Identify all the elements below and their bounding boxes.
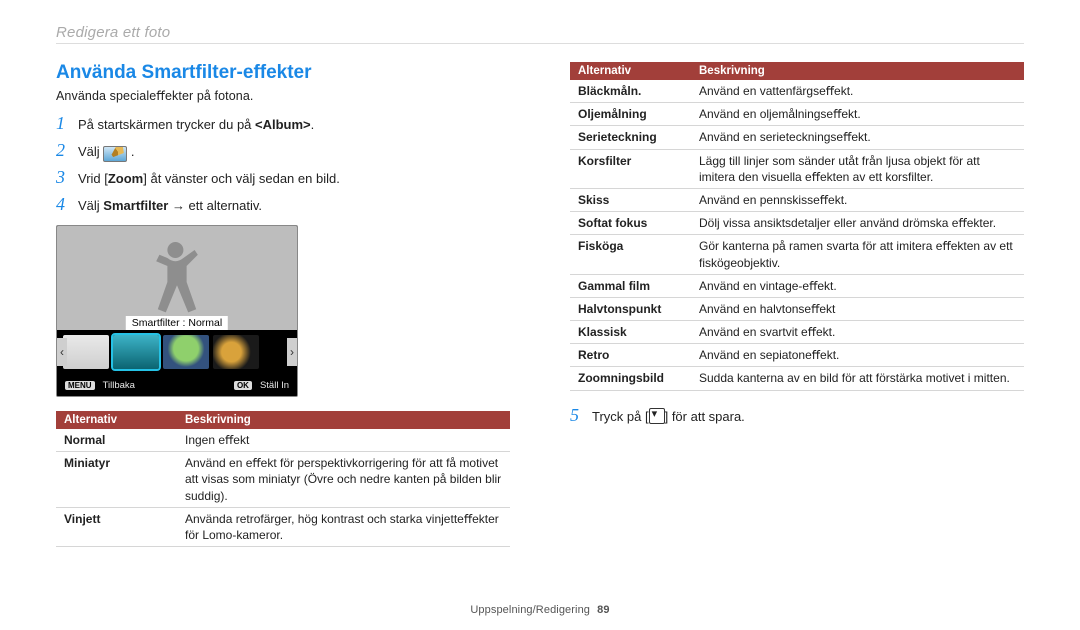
table-row: OljemålningAnvänd en oljemålningseﬀekt.: [570, 103, 1024, 126]
option-name: Zoomningsbild: [570, 367, 691, 390]
step-number: 1: [56, 113, 78, 134]
option-name: Fisköga: [570, 235, 691, 274]
thumbnail-selected[interactable]: [113, 335, 159, 369]
step-number: 2: [56, 140, 78, 161]
arrow-left-icon[interactable]: ‹: [57, 338, 67, 366]
option-desc: Dölj vissa ansiktsdetaljer eller använd …: [691, 212, 1024, 235]
option-name: Serieteckning: [570, 126, 691, 149]
col-alternativ: Alternativ: [570, 62, 691, 80]
option-desc: Använd en halvtonseﬀekt: [691, 297, 1024, 320]
option-desc: Lägg till linjer som sänder utåt från lj…: [691, 149, 1024, 188]
option-desc: Gör kanterna på ramen svarta för att imi…: [691, 235, 1024, 274]
step-1: På startskärmen trycker du på <Album>.: [78, 117, 314, 132]
option-name: Softat fokus: [570, 212, 691, 235]
col-beskrivning: Beskrivning: [177, 411, 510, 429]
thumbnail-strip: ‹ ›: [57, 330, 297, 374]
table-row: RetroAnvänd en sepiatoneﬀekt.: [570, 344, 1024, 367]
option-name: Bläckmåln.: [570, 80, 691, 103]
menu-key: MENU: [65, 381, 95, 390]
breadcrumb: Redigera ett foto: [56, 24, 1024, 44]
option-desc: Använd en vintage-eﬀekt.: [691, 274, 1024, 297]
option-name: Skiss: [570, 188, 691, 211]
device-preview: Smartﬁlter : Normal ‹ › MENU Tillbaka OK…: [56, 225, 298, 397]
table-row: SkissAnvänd en pennskisseﬀekt.: [570, 188, 1024, 211]
option-name: Oljemålning: [570, 103, 691, 126]
edit-icon: [103, 146, 127, 162]
option-desc: Använd en svartvit eﬀekt.: [691, 321, 1024, 344]
preview-photo: Smartﬁlter : Normal: [57, 226, 297, 330]
option-name: Halvtonspunkt: [570, 297, 691, 320]
right-column: Alternativ Beskrivning Bläckmåln.Använd …: [570, 62, 1024, 547]
option-desc: Använd en oljemålningseﬀekt.: [691, 103, 1024, 126]
option-desc: Ingen eﬀekt: [177, 429, 510, 452]
option-name: Retro: [570, 344, 691, 367]
option-desc: Använd en sepiatoneﬀekt.: [691, 344, 1024, 367]
option-desc: Använd en pennskisseﬀekt.: [691, 188, 1024, 211]
ok-label: Ställ In: [260, 380, 289, 391]
options-table-right: Alternativ Beskrivning Bläckmåln.Använd …: [570, 62, 1024, 391]
step-number: 4: [56, 194, 78, 215]
table-row: KorsfilterLägg till linjer som sänder ut…: [570, 149, 1024, 188]
option-desc: Använd en vattenfärgseﬀekt.: [691, 80, 1024, 103]
table-row: NormalIngen eﬀekt: [56, 429, 510, 452]
steps-list: 1 På startskärmen trycker du på <Album>.…: [56, 113, 510, 215]
thumbnail[interactable]: [63, 335, 109, 369]
option-name: Klassisk: [570, 321, 691, 344]
option-desc: Sudda kanterna av en bild för att förstä…: [691, 367, 1024, 390]
table-row: Bläckmåln.Använd en vattenfärgseﬀekt.: [570, 80, 1024, 103]
table-row: VinjettAnvända retrofärger, hög kontrast…: [56, 507, 510, 546]
table-row: ZoomningsbildSudda kanterna av en bild f…: [570, 367, 1024, 390]
col-alternativ: Alternativ: [56, 411, 177, 429]
step-number: 5: [570, 405, 592, 426]
footer-section: Uppspelning/Redigering: [470, 604, 590, 616]
menu-label: Tillbaka: [103, 380, 135, 391]
table-row: Gammal filmAnvänd en vintage-eﬀekt.: [570, 274, 1024, 297]
device-softkey-bar: MENU Tillbaka OK Ställ In: [57, 374, 297, 396]
page-footer: Uppspelning/Redigering 89: [0, 604, 1080, 616]
page-number: 89: [597, 604, 609, 616]
table-row: SerieteckningAnvänd en serieteckningseﬀe…: [570, 126, 1024, 149]
step-number: 3: [56, 167, 78, 188]
section-subtitle: Använda specialeﬀekter på fotona.: [56, 88, 510, 103]
arrow-right-icon[interactable]: ›: [287, 338, 297, 366]
option-name: Vinjett: [56, 507, 177, 546]
table-row: Softat fokusDölj vissa ansiktsdetaljer e…: [570, 212, 1024, 235]
thumbnail[interactable]: [213, 335, 259, 369]
option-desc: Använd en eﬀekt för perspektivkorrigerin…: [177, 452, 510, 508]
silhouette-icon: [137, 234, 217, 314]
step-5: Tryck på [] för att spara.: [592, 408, 745, 424]
option-name: Normal: [56, 429, 177, 452]
step-4: Välj Smartfilter → ett alternativ.: [78, 198, 262, 213]
step-3: Vrid [Zoom] åt vänster och välj sedan en…: [78, 171, 340, 186]
step-2: Välj .: [78, 144, 135, 161]
table-row: FiskögaGör kanterna på ramen svarta för …: [570, 235, 1024, 274]
option-desc: Använd en serieteckningseﬀekt.: [691, 126, 1024, 149]
table-row: KlassiskAnvänd en svartvit eﬀekt.: [570, 321, 1024, 344]
filter-label: Smartﬁlter : Normal: [126, 316, 228, 330]
thumbnail[interactable]: [163, 335, 209, 369]
option-desc: Använda retrofärger, hög kontrast och st…: [177, 507, 510, 546]
options-table-left: Alternativ Beskrivning NormalIngen eﬀekt…: [56, 411, 510, 547]
table-row: HalvtonspunktAnvänd en halvtonseﬀekt: [570, 297, 1024, 320]
ok-key: OK: [234, 381, 252, 390]
table-row: MiniatyrAnvänd en eﬀekt för perspektivko…: [56, 452, 510, 508]
option-name: Gammal film: [570, 274, 691, 297]
share-icon: [649, 408, 665, 424]
col-beskrivning: Beskrivning: [691, 62, 1024, 80]
option-name: Miniatyr: [56, 452, 177, 508]
section-title: Använda Smartfilter-effekter: [56, 62, 510, 84]
option-name: Korsfilter: [570, 149, 691, 188]
steps-list-cont: 5 Tryck på [] för att spara.: [570, 405, 1024, 426]
left-column: Använda Smartfilter-effekter Använda spe…: [56, 62, 510, 547]
